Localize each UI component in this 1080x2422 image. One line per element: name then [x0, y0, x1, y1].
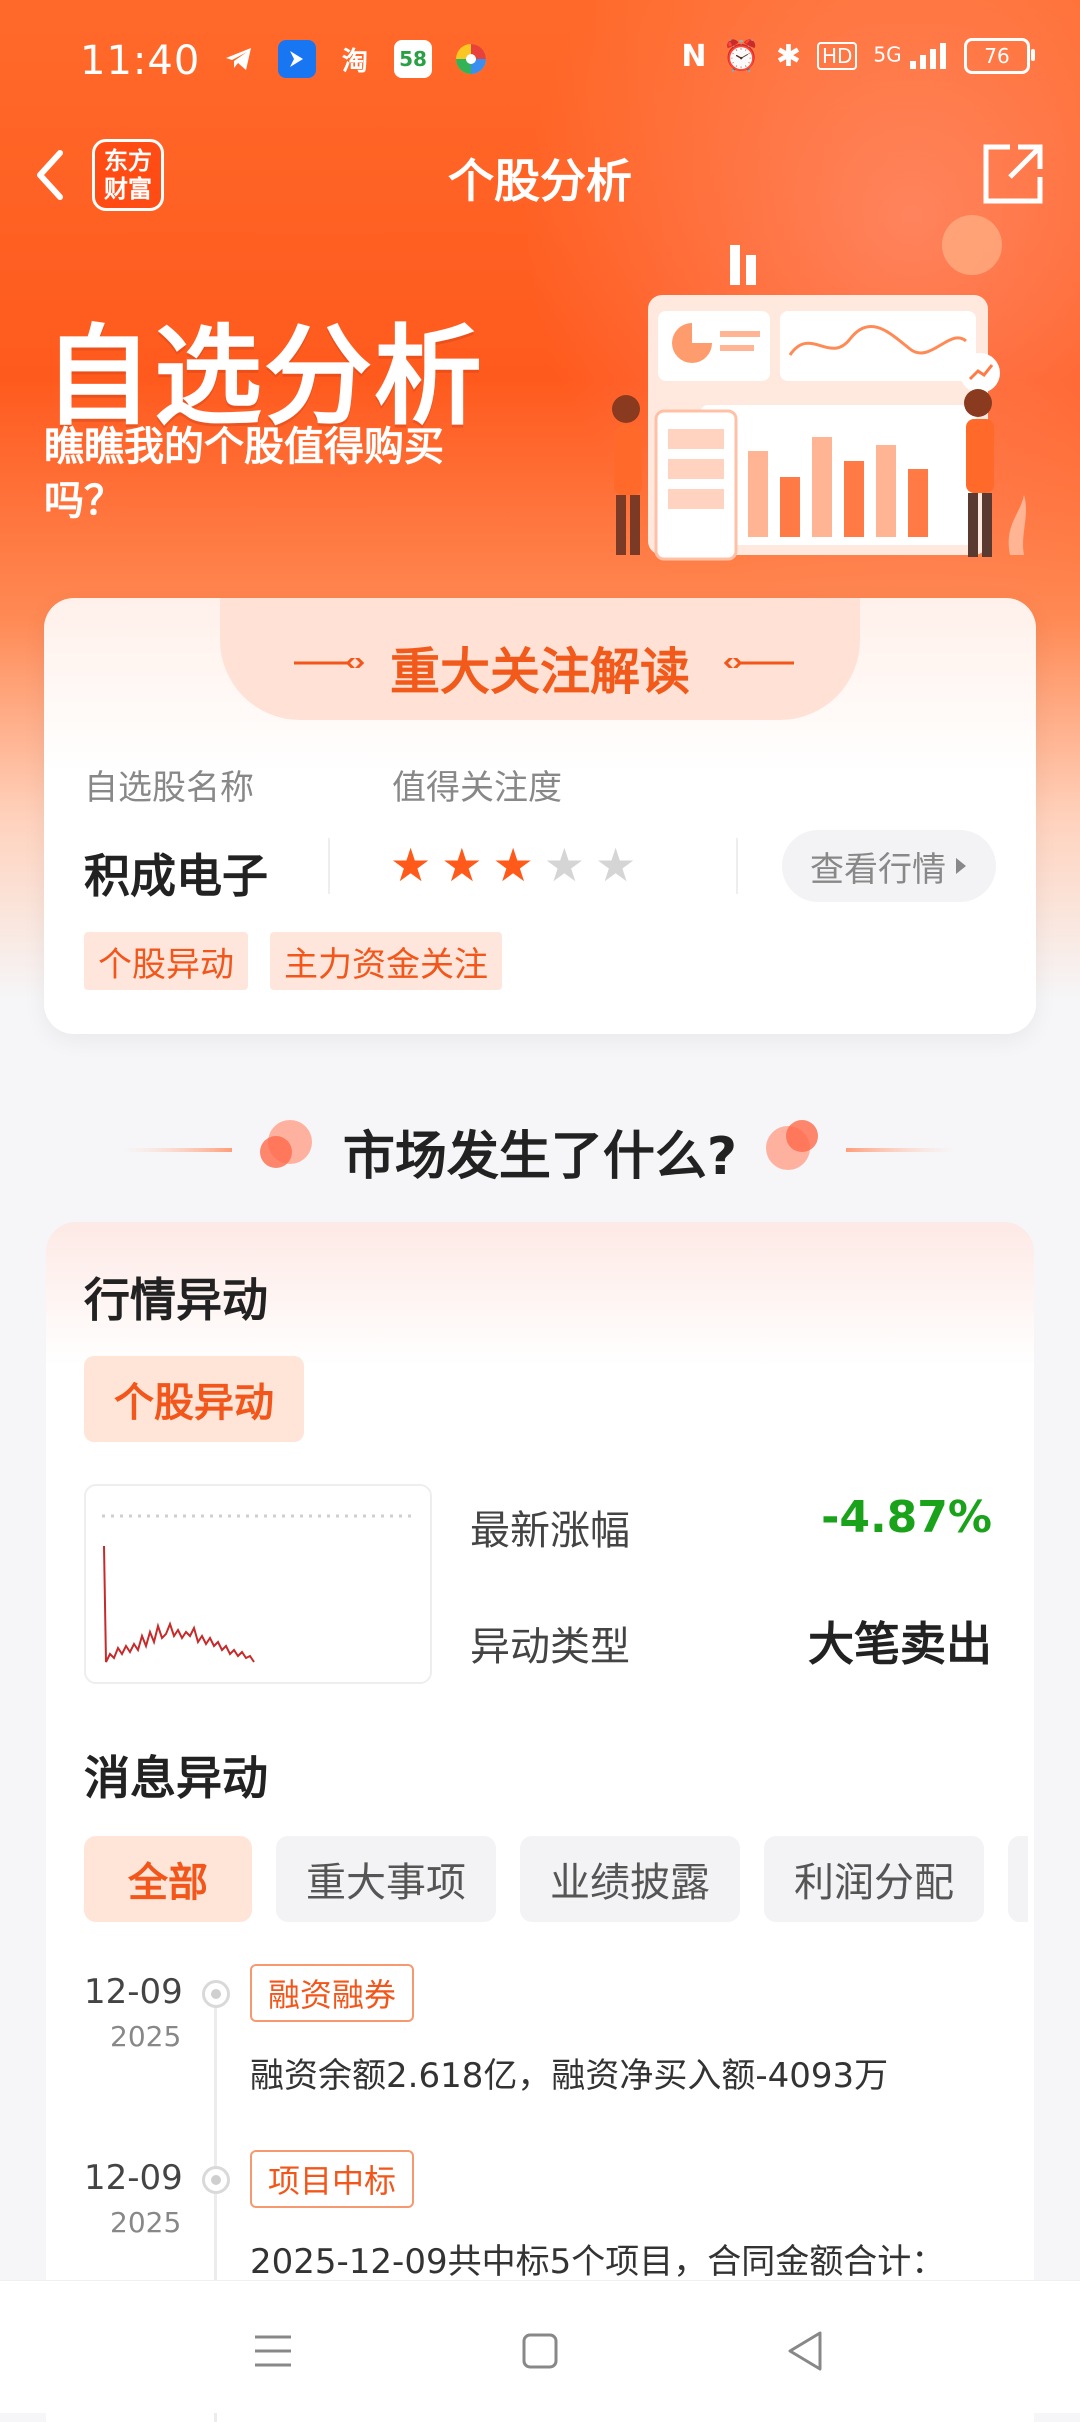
filter-tab-major-events[interactable]: 重大事项 — [276, 1836, 496, 1922]
status-app-icons: 淘 58 — [220, 40, 490, 78]
star-empty-icon: ★ — [543, 838, 585, 892]
filter-tab-all[interactable]: 全部 — [84, 1836, 252, 1922]
hd-icon: HD — [816, 42, 858, 70]
intraday-mini-chart — [84, 1484, 432, 1684]
attention-label: 值得关注度 — [392, 768, 562, 808]
system-nav-bar — [0, 2280, 1080, 2413]
feishu-icon — [278, 40, 316, 78]
signal-icon: 5G — [873, 41, 948, 71]
nfc-icon: N — [681, 38, 707, 74]
news-tag: 融资融券 — [250, 1964, 415, 2022]
news-text: 2025-12-09共中标5个项目，合同金额合计： — [250, 2242, 946, 2282]
menu-icon[interactable] — [243, 2321, 303, 2381]
home-icon[interactable] — [510, 2321, 570, 2381]
alarm-icon: ⏰ — [722, 38, 760, 74]
news-filter-tabs: 全部 重大事项 业绩披露 利润分配 — [84, 1836, 1028, 1922]
latest-change-value: -4.87% — [821, 1492, 992, 1543]
tag-stock-movement: 个股异动 — [84, 932, 248, 990]
stock-name: 积成电子 — [84, 849, 268, 903]
battery-icon: 76 — [964, 38, 1035, 74]
network-type: 5G — [873, 42, 902, 67]
battery-level: 76 — [984, 44, 1010, 68]
filter-tab-more[interactable] — [1008, 1836, 1028, 1922]
bubble-right-icon — [766, 1120, 818, 1170]
star-empty-icon: ★ — [595, 838, 637, 892]
share-button[interactable] — [980, 141, 1046, 207]
top-nav: 东方 财富 个股分析 — [0, 125, 1080, 225]
view-quote-label: 查看行情 — [810, 849, 946, 890]
timeline-dot-icon — [202, 2166, 230, 2194]
movement-type-value: 大笔卖出 — [808, 1617, 992, 1671]
market-card: 行情异动 个股异动 最新涨幅 -4.87% 异动类型 大笔卖出 消息异动 全部 … — [46, 1222, 1034, 2422]
news-year: 2025 — [110, 2206, 182, 2239]
status-time: 11:40 — [80, 38, 201, 84]
title-decoration-right — [724, 658, 794, 668]
colorful-app-icon — [452, 40, 490, 78]
page-title: 个股分析 — [448, 154, 632, 208]
filter-tab-earnings[interactable]: 业绩披露 — [520, 1836, 740, 1922]
banner-subtitle: 瞧瞧我的个股值得购买吗？ — [44, 424, 444, 524]
analysis-illustration — [612, 215, 1026, 561]
focus-card: 重大关注解读 自选股名称 值得关注度 积成电子 ★ ★ ★ ★ ★ 查看行情 个… — [44, 598, 1036, 1034]
view-quote-button[interactable]: 查看行情 — [782, 830, 996, 902]
attention-rating: ★ ★ ★ ★ ★ — [390, 838, 636, 892]
stock-movement-pill[interactable]: 个股异动 — [84, 1356, 304, 1442]
news-movement-heading: 消息异动 — [84, 1751, 268, 1805]
caret-right-icon — [956, 858, 966, 874]
filter-tab-dividend[interactable]: 利润分配 — [764, 1836, 984, 1922]
news-date: 12-09 — [84, 1972, 183, 2012]
news-date: 12-09 — [84, 2158, 183, 2198]
divider — [736, 838, 738, 894]
timeline-dot-icon — [202, 1980, 230, 2008]
news-tag: 项目中标 — [250, 2150, 415, 2208]
divider — [328, 838, 330, 894]
star-filled-icon: ★ — [441, 838, 483, 892]
stock-name-label: 自选股名称 — [84, 768, 254, 808]
quote-movement-heading: 行情异动 — [84, 1273, 268, 1327]
back-triangle-icon[interactable] — [776, 2321, 836, 2381]
price-line — [103, 1545, 255, 1663]
focus-card-title: 重大关注解读 — [390, 643, 690, 701]
movement-type-label: 异动类型 — [470, 1624, 630, 1670]
section-heading: 市场发生了什么? — [0, 1108, 1080, 1188]
heading-line-right — [846, 1148, 956, 1152]
58-icon: 58 — [394, 40, 432, 78]
news-text: 融资余额2.618亿，融资净买入额-4093万 — [250, 2056, 889, 2096]
taobao-icon: 淘 — [341, 46, 368, 77]
news-year: 2025 — [110, 2020, 182, 2053]
share-icon — [983, 144, 1043, 204]
bluetooth-icon: ✱ — [775, 38, 801, 74]
status-bar: 11:40 淘 58 N ⏰ ✱ HD 5G 76 — [0, 0, 1080, 125]
tag-main-fund: 主力资金关注 — [270, 932, 502, 990]
telegram-icon — [220, 40, 258, 78]
star-filled-icon: ★ — [390, 838, 432, 892]
star-filled-icon: ★ — [492, 838, 534, 892]
latest-change-label: 最新涨幅 — [470, 1508, 630, 1554]
status-right: N ⏰ ✱ HD 5G 76 — [681, 38, 1035, 74]
